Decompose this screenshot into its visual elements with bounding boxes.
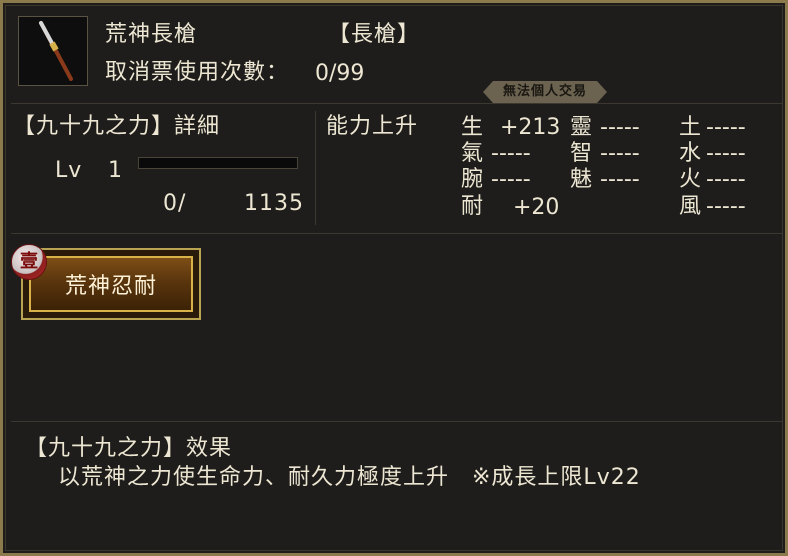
stat-value-spirit: ----- (600, 115, 640, 140)
exp-bar (138, 157, 298, 169)
skill-label: 荒神忍耐 (64, 274, 157, 299)
effect-text: 以荒神之力使生命力、耐久力極度上升 ※成長上限Lv22 (58, 465, 641, 490)
stat-name-earth: 土 (679, 115, 703, 140)
stat-value-qi: ----- (491, 141, 531, 166)
stat-value-wind: ----- (706, 194, 746, 219)
skill-rank-seal-icon: 壹 (11, 244, 47, 280)
stat-name-life: 生 (461, 115, 485, 140)
untradeable-badge: 無法個人交易 (483, 81, 607, 103)
stat-value-earth: ----- (706, 115, 746, 140)
divider (315, 111, 316, 225)
divider (11, 421, 783, 422)
stat-name-charm: 魅 (570, 167, 594, 192)
stat-value-fire: ----- (706, 167, 746, 192)
stat-name-endurance: 耐 (461, 194, 485, 219)
stat-value-life: +213 (500, 115, 561, 140)
stat-value-arm: ----- (491, 167, 531, 192)
stat-value-water: ----- (706, 141, 746, 166)
effect-title: 【九十九之力】效果 (25, 436, 233, 461)
stat-value-endurance: +20 (513, 195, 560, 220)
stat-name-wind: 風 (679, 194, 703, 219)
stat-name-water: 水 (679, 141, 703, 166)
exp-current: 0/ (163, 191, 187, 216)
skill-button-frame: 荒神忍耐 (29, 256, 193, 312)
stat-name-qi: 氣 (461, 141, 485, 166)
stat-value-wisdom: ----- (600, 141, 640, 166)
divider (11, 233, 783, 234)
skill-button[interactable]: 荒神忍耐 (21, 248, 201, 320)
exp-max: 1135 (244, 191, 304, 216)
spear-icon (18, 16, 88, 86)
divider (11, 103, 783, 104)
level-value: 1 (108, 158, 123, 183)
stat-name-fire: 火 (679, 167, 703, 192)
stat-boost-title: 能力上升 (326, 114, 419, 139)
cancel-ticket-value: 0/99 (315, 61, 365, 86)
stat-name-arm: 腕 (461, 167, 485, 192)
item-type: 【長槍】 (328, 22, 421, 47)
level-label: Lv (55, 158, 83, 183)
item-name: 荒神長槍 (105, 22, 198, 47)
item-tooltip-window: 荒神長槍 【長槍】 取消票使用次數： 0/99 無法個人交易 【九十九之力】詳細… (0, 0, 788, 556)
cancel-ticket-label: 取消票使用次數： (105, 60, 290, 85)
stat-name-wisdom: 智 (570, 141, 594, 166)
stat-name-spirit: 靈 (570, 115, 594, 140)
stat-value-charm: ----- (600, 167, 640, 192)
power-detail-title: 【九十九之力】詳細 (13, 114, 221, 139)
